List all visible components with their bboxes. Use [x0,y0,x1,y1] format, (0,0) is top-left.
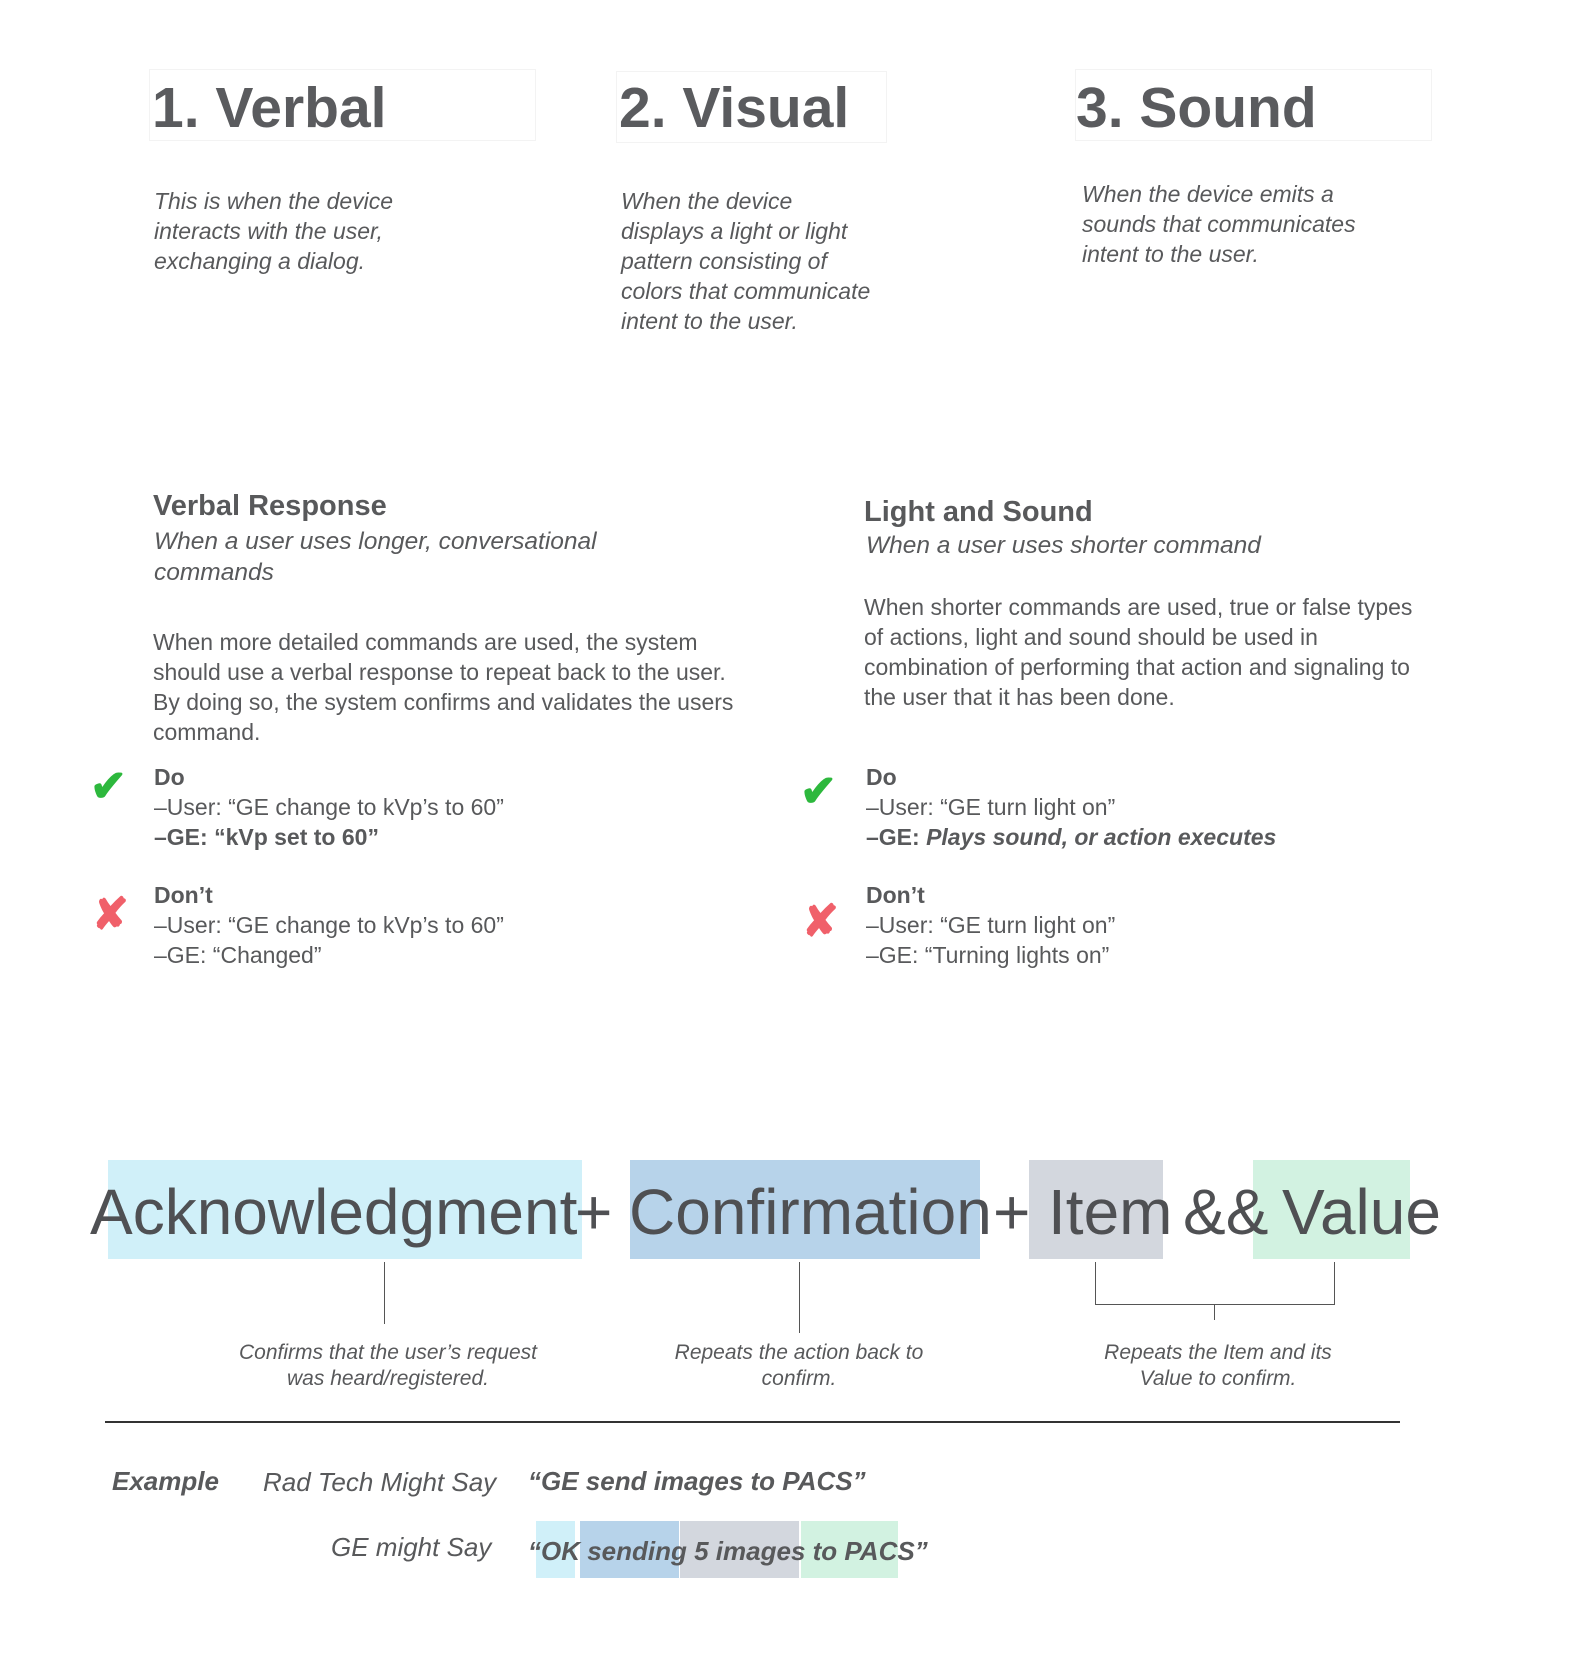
check-icon: ✔ [800,767,837,816]
dont-ge: –GE: “Changed” [154,942,322,968]
rad-tech-label: Rad Tech Might Say [263,1467,497,1497]
bracket [1095,1262,1335,1305]
do-ge-action: Plays sound, or action executes [926,824,1277,850]
heading-verbal: 1. Verbal [152,76,387,140]
light-dont: Don’t –User: “GE turn light on” –GE: “Tu… [866,880,1115,970]
cross-icon: ✘ [92,890,129,939]
do-label: Do [866,764,897,790]
verbal-dont: Don’t –User: “GE change to kVp’s to 60” … [154,880,504,970]
desc-sound: When the device emits a sounds that comm… [1082,181,1356,267]
caption-item-value: Repeats the Item and its Value to confir… [1104,1341,1332,1390]
connector-line [799,1262,800,1333]
heading-visual: 2. Visual [619,76,850,140]
verbal-response-title: Verbal Response [153,490,387,522]
ge-quote: “OK sending 5 images to PACS” [528,1536,928,1566]
dont-label: Don’t [154,882,213,908]
caption-ack: Confirms that the user’s request was hea… [238,1341,538,1390]
check-icon: ✔ [90,762,127,811]
do-ge: –GE: “kVp set to 60” [154,824,379,850]
formula-and: && [1183,1176,1269,1248]
heading-sound: 3. Sound [1076,76,1317,140]
formula-plus: + [993,1176,1031,1248]
light-do: Do –User: “GE turn light on” –GE: Plays … [866,762,1276,852]
light-sound-subtitle: When a user uses shorter command [866,532,1261,559]
formula-ack: Acknowledgment [90,1176,578,1248]
formula-value: Value [1282,1176,1441,1248]
connector-line [1214,1305,1215,1320]
desc-visual: When the device displays a light or ligh… [621,188,871,334]
do-ge-prefix: –GE: [866,824,927,850]
connector-line [384,1262,385,1324]
verbal-response-body: When more detailed commands are used, th… [153,629,734,745]
light-sound-body: When shorter commands are used, true or … [864,594,1413,710]
desc-verbal: This is when the device interacts with t… [154,188,394,274]
dont-label: Don’t [866,882,925,908]
formula-item: Item [1048,1176,1173,1248]
divider [105,1421,1400,1423]
example-label: Example [112,1466,219,1496]
do-user: –User: “GE turn light on” [866,794,1116,820]
rad-tech-quote: “GE send images to PACS” [528,1466,866,1496]
formula-plus: + [575,1176,613,1248]
do-user: –User: “GE change to kVp’s to 60” [154,794,504,820]
verbal-do: Do –User: “GE change to kVp’s to 60” –GE… [154,762,504,852]
dont-user: –User: “GE change to kVp’s to 60” [154,912,504,938]
light-sound-title: Light and Sound [864,496,1093,528]
ge-label: GE might Say [331,1532,492,1562]
verbal-response-subtitle: When a user uses longer, conversational … [154,528,597,586]
do-ge: –GE: Plays sound, or action executes [866,822,1276,852]
dont-user: –User: “GE turn light on” [866,912,1116,938]
cross-icon: ✘ [802,897,839,946]
dont-ge: –GE: “Turning lights on” [866,942,1110,968]
do-label: Do [154,764,185,790]
caption-conf: Repeats the action back to confirm. [674,1341,924,1390]
formula-conf: Confirmation [629,1176,992,1248]
